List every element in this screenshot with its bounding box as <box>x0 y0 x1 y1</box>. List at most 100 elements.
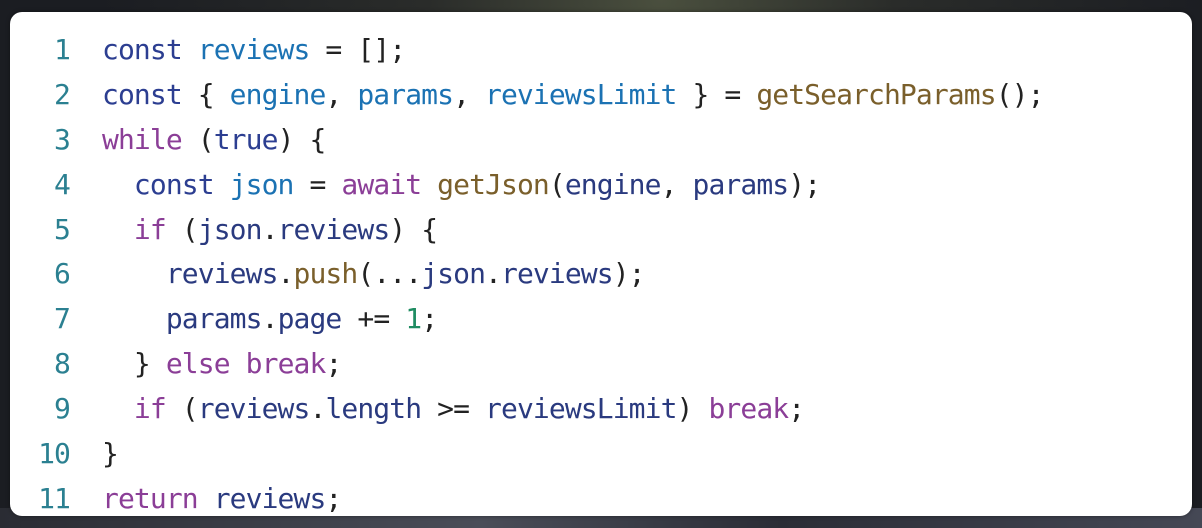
line-number: 8 <box>54 347 71 381</box>
code-token-punc: ); <box>612 257 646 291</box>
line-number: 4 <box>54 167 71 201</box>
code-token-kw-ctrl: break <box>708 392 789 426</box>
code-token-ident: engine <box>564 167 662 201</box>
code-token-ident: json <box>197 212 263 246</box>
line-number: 3 <box>54 122 71 156</box>
code-line: 7 params.page += 1; <box>10 297 1192 342</box>
code-token-punc: ) { <box>389 212 438 246</box>
code-token-punc: ) <box>676 392 709 426</box>
line-text: while (true) { <box>102 118 327 163</box>
code-token-punc <box>102 302 166 335</box>
code-line: 8 } else break; <box>10 342 1192 387</box>
line-text: reviews.push(...json.reviews); <box>102 252 646 297</box>
code-token-punc: (); <box>995 77 1045 111</box>
code-token-kw-ctrl: break <box>245 347 327 381</box>
code-token-punc: . <box>261 212 279 246</box>
code-token-var: json <box>229 167 295 201</box>
code-token-ident: json <box>421 257 486 291</box>
line-text: params.page += 1; <box>102 297 438 342</box>
code-token-kw-decl: const <box>102 77 183 111</box>
code-token-punc: } = <box>676 77 757 111</box>
line-number: 11 <box>38 481 71 515</box>
code-token-ident: reviews <box>197 392 311 426</box>
code-token-punc: += <box>341 302 406 336</box>
line-text: } else break; <box>102 342 342 387</box>
code-token-punc: ( <box>548 167 566 201</box>
code-token-punc: , <box>453 77 486 111</box>
code-token-var: reviewsLimit <box>485 77 677 111</box>
code-token-punc: ; <box>325 481 342 515</box>
code-token-ident: reviews <box>213 481 327 515</box>
line-text: const reviews = []; <box>102 28 406 73</box>
code-token-kw-ctrl: if <box>133 392 167 426</box>
code-token-punc: ; <box>788 392 805 426</box>
line-number: 10 <box>38 437 71 471</box>
code-token-punc: . <box>485 257 502 291</box>
code-token-punc <box>102 213 134 246</box>
code-token-punc: . <box>309 392 326 426</box>
code-line: 5 if (json.reviews) { <box>10 208 1192 253</box>
code-token-punc <box>198 482 214 515</box>
code-line: 11 return reviews; <box>10 477 1192 522</box>
code-token-punc: ( <box>165 392 199 426</box>
code-token-punc: (... <box>357 257 422 291</box>
code-token-var: engine <box>229 77 327 111</box>
line-text: if (reviews.length >= reviewsLimit) brea… <box>102 387 805 432</box>
code-token-punc: . <box>277 257 295 291</box>
code-line: 6 reviews.push(...json.reviews); <box>10 252 1192 297</box>
code-token-ident: reviews <box>501 257 614 291</box>
line-number: 2 <box>54 77 71 111</box>
code-token-kw-ctrl: while <box>102 122 183 156</box>
code-token-num: 1 <box>405 302 422 336</box>
code-token-punc: } <box>102 347 166 381</box>
code-token-punc <box>102 168 134 201</box>
code-token-kw-decl: true <box>213 122 279 156</box>
code-token-fn: push <box>293 257 359 291</box>
line-number: 6 <box>54 257 71 291</box>
code-token-kw-decl: const <box>102 33 183 66</box>
code-token-punc: ( <box>165 212 199 246</box>
code-token-var: params <box>357 77 454 111</box>
code-token-punc <box>421 168 437 201</box>
code-token-punc <box>230 347 246 380</box>
code-token-punc: ); <box>788 167 821 201</box>
line-number: 5 <box>54 212 71 246</box>
code-token-ident: reviews <box>277 212 391 246</box>
code-token-ident: reviewsLimit <box>485 392 677 426</box>
code-line: 2 const { engine, params, reviewsLimit } … <box>10 73 1192 118</box>
line-text: return reviews; <box>102 477 342 522</box>
code-token-punc: } <box>102 437 119 471</box>
code-token-kw-ctrl: return <box>102 481 199 515</box>
code-token-var: reviews <box>197 33 311 66</box>
code-token-kw-ctrl: await <box>341 167 422 201</box>
code-token-punc: , <box>325 77 358 111</box>
code-token-fn: getSearchParams <box>756 77 996 111</box>
code-token-punc: = <box>293 167 342 201</box>
line-text: } <box>102 432 119 477</box>
line-number: 1 <box>54 33 71 66</box>
code-token-punc: = []; <box>309 33 406 66</box>
code-line: 10} <box>10 432 1192 477</box>
code-token-punc: { <box>181 77 230 111</box>
code-line: 9 if (reviews.length >= reviewsLimit) br… <box>10 387 1192 432</box>
code-token-punc: >= <box>421 392 486 426</box>
line-number: 9 <box>54 392 71 426</box>
code-line: 1 const reviews = []; <box>10 28 1192 73</box>
code-token-fn: getJson <box>437 167 550 201</box>
line-text: if (json.reviews) { <box>102 208 438 253</box>
code-block: 1 const reviews = []; 2 const { engine, par… <box>10 28 1192 522</box>
code-token-ident: length <box>325 392 422 426</box>
code-token-punc: ; <box>421 302 438 336</box>
code-line: 3 while (true) { <box>10 118 1192 163</box>
code-token-kw-ctrl: if <box>133 212 167 246</box>
code-token-punc: . <box>261 302 279 336</box>
code-card: 1 const reviews = []; 2 const { engine, par… <box>10 12 1192 516</box>
code-token-punc: , <box>660 167 693 201</box>
code-token-ident: reviews <box>165 257 279 291</box>
code-token-punc <box>214 168 230 201</box>
code-token-kw-decl: const <box>133 167 215 201</box>
code-token-punc: ) { <box>277 122 327 156</box>
code-token-punc <box>102 257 166 290</box>
line-number: 7 <box>54 302 71 336</box>
line-text: const json = await getJson(engine, param… <box>102 163 821 208</box>
